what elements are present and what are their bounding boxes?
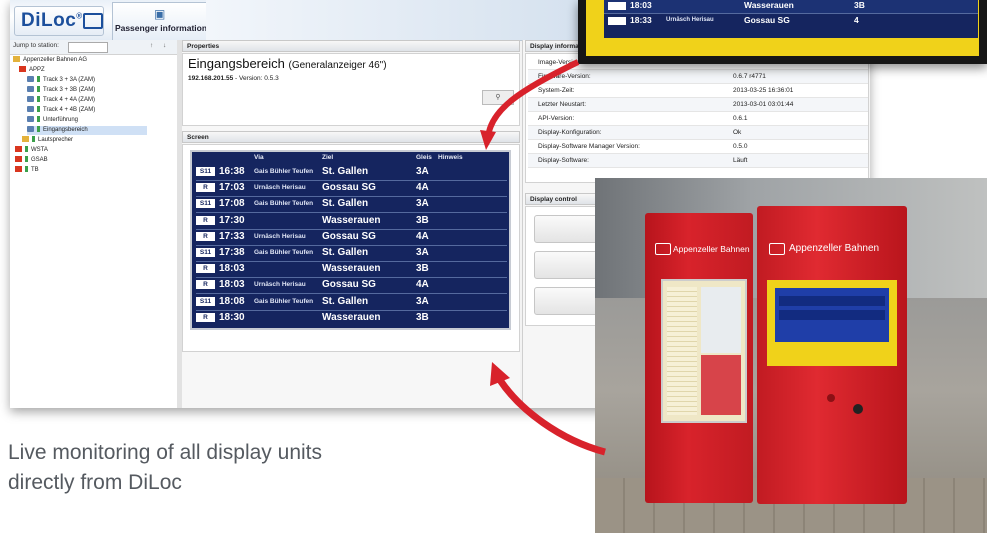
arrow-top-head [480, 130, 496, 150]
caption-line-1: Live monitoring of all display units [8, 441, 322, 464]
arrow-bottom [497, 378, 606, 456]
caption-line-2: directly from DiLoc [8, 471, 182, 494]
caption: Live monitoring of all display units dir… [8, 438, 428, 498]
arrow-top [485, 59, 580, 139]
